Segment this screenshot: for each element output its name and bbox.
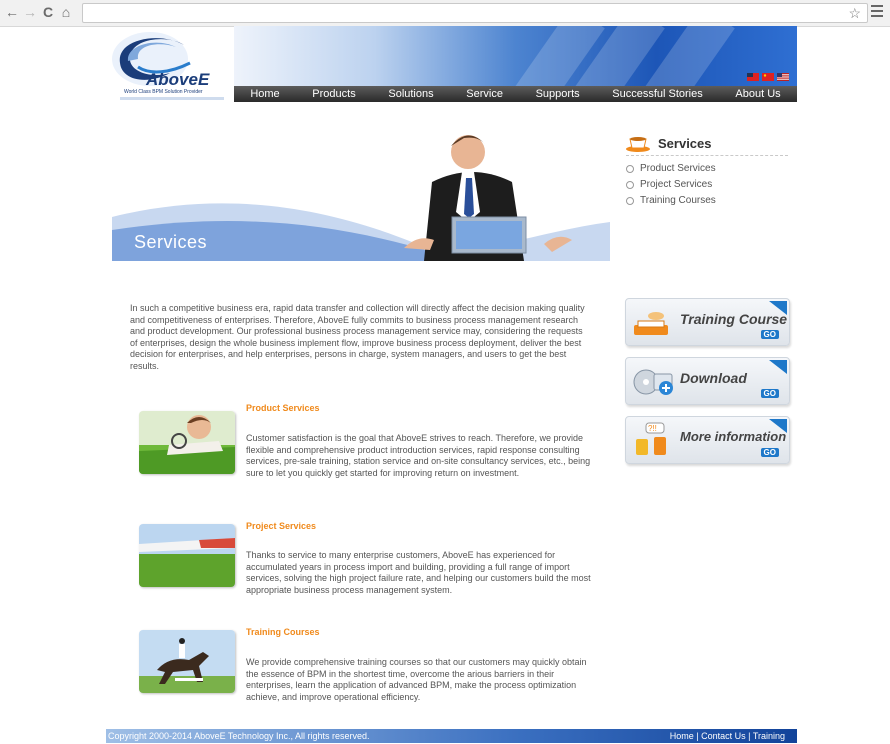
page-footer: Copyright 2000-2014 AboveE Technology In…: [106, 729, 797, 743]
footer-links: Home | Contact Us | Training: [669, 731, 785, 741]
intro-paragraph: In such a competitive business era, rapi…: [130, 303, 585, 371]
disc-download-icon: [633, 369, 673, 395]
nav-home[interactable]: Home: [250, 88, 279, 100]
flag-taiwan-icon[interactable]: [747, 73, 759, 81]
bookmark-star-icon[interactable]: ☆: [848, 4, 861, 22]
copyright-text: Copyright 2000-2014 AboveE Technology In…: [108, 731, 370, 741]
nav-products[interactable]: Products: [312, 88, 355, 100]
nav-about-us[interactable]: About Us: [735, 88, 780, 100]
download-button[interactable]: Download GO: [625, 357, 790, 405]
project-services-text: Thanks to service to many enterprise cus…: [246, 550, 591, 595]
header-banner: [234, 26, 797, 86]
more-information-button[interactable]: ?!! More information GO: [625, 416, 790, 464]
main-nav: Home Products Solutions Service Supports…: [234, 86, 797, 102]
book-cup-icon: [634, 312, 668, 335]
training-courses-text: We provide comprehensive training course…: [246, 657, 587, 702]
coffee-cup-icon: [626, 137, 650, 152]
browser-toolbar: ← → C ⌂ ☆: [0, 0, 890, 27]
language-flags: [747, 73, 789, 81]
svg-text:World Class BPM Solution Provi: World Class BPM Solution Provider: [124, 89, 203, 95]
corner-triangle-icon: [769, 360, 787, 374]
footer-link-home[interactable]: Home: [670, 731, 694, 741]
footer-link-training[interactable]: Training: [753, 731, 785, 741]
browser-menu-icon[interactable]: [871, 5, 883, 20]
nav-solutions[interactable]: Solutions: [388, 88, 433, 100]
training-courses-title[interactable]: Training Courses: [246, 627, 320, 637]
footer-link-contact-us[interactable]: Contact Us: [701, 731, 746, 741]
site-logo[interactable]: AboveE World Class BPM Solution Provider: [110, 27, 234, 103]
training-courses-image: [139, 630, 235, 693]
bullet-icon: [626, 181, 634, 189]
nav-service[interactable]: Service: [466, 88, 503, 100]
sidebar-item-project-services[interactable]: Project Services: [626, 177, 716, 193]
nav-successful-stories[interactable]: Successful Stories: [612, 88, 702, 100]
sidebar-list: Product Services Project Services Traini…: [626, 161, 716, 209]
sidebar-item-training-courses[interactable]: Training Courses: [626, 193, 716, 209]
promo-label: Download: [680, 370, 747, 386]
flag-china-icon[interactable]: [762, 73, 774, 81]
product-services-title[interactable]: Product Services: [246, 403, 320, 413]
bullet-icon: [626, 197, 634, 205]
sidebar-title: Services: [658, 136, 712, 151]
corner-triangle-icon: [769, 301, 787, 315]
sidebar-item-product-services[interactable]: Product Services: [626, 161, 716, 177]
project-services-title[interactable]: Project Services: [246, 521, 316, 531]
svg-text:?!!: ?!!: [648, 424, 657, 433]
nav-supports[interactable]: Supports: [536, 88, 580, 100]
go-badge: GO: [760, 389, 779, 398]
reload-icon[interactable]: C: [40, 4, 56, 20]
forward-icon[interactable]: →: [22, 4, 38, 20]
question-bubble-icon: ?!!: [636, 422, 666, 455]
address-bar[interactable]: ☆: [82, 3, 868, 23]
corner-triangle-icon: [769, 419, 787, 433]
training-course-button[interactable]: Training Course GO: [625, 298, 790, 346]
go-badge: GO: [760, 448, 779, 457]
go-badge: GO: [760, 330, 779, 339]
hero-title: Services: [134, 232, 208, 252]
bullet-icon: [626, 165, 634, 173]
home-icon[interactable]: ⌂: [58, 4, 74, 20]
product-services-text: Customer satisfaction is the goal that A…: [246, 433, 591, 478]
product-services-image: [139, 411, 235, 474]
back-icon[interactable]: ←: [4, 4, 20, 20]
hero-banner: Services: [112, 122, 610, 261]
svg-text:AboveE: AboveE: [145, 70, 210, 89]
sidebar-heading: Services: [626, 133, 788, 156]
flag-usa-icon[interactable]: [777, 73, 789, 81]
project-services-image: [139, 524, 235, 587]
